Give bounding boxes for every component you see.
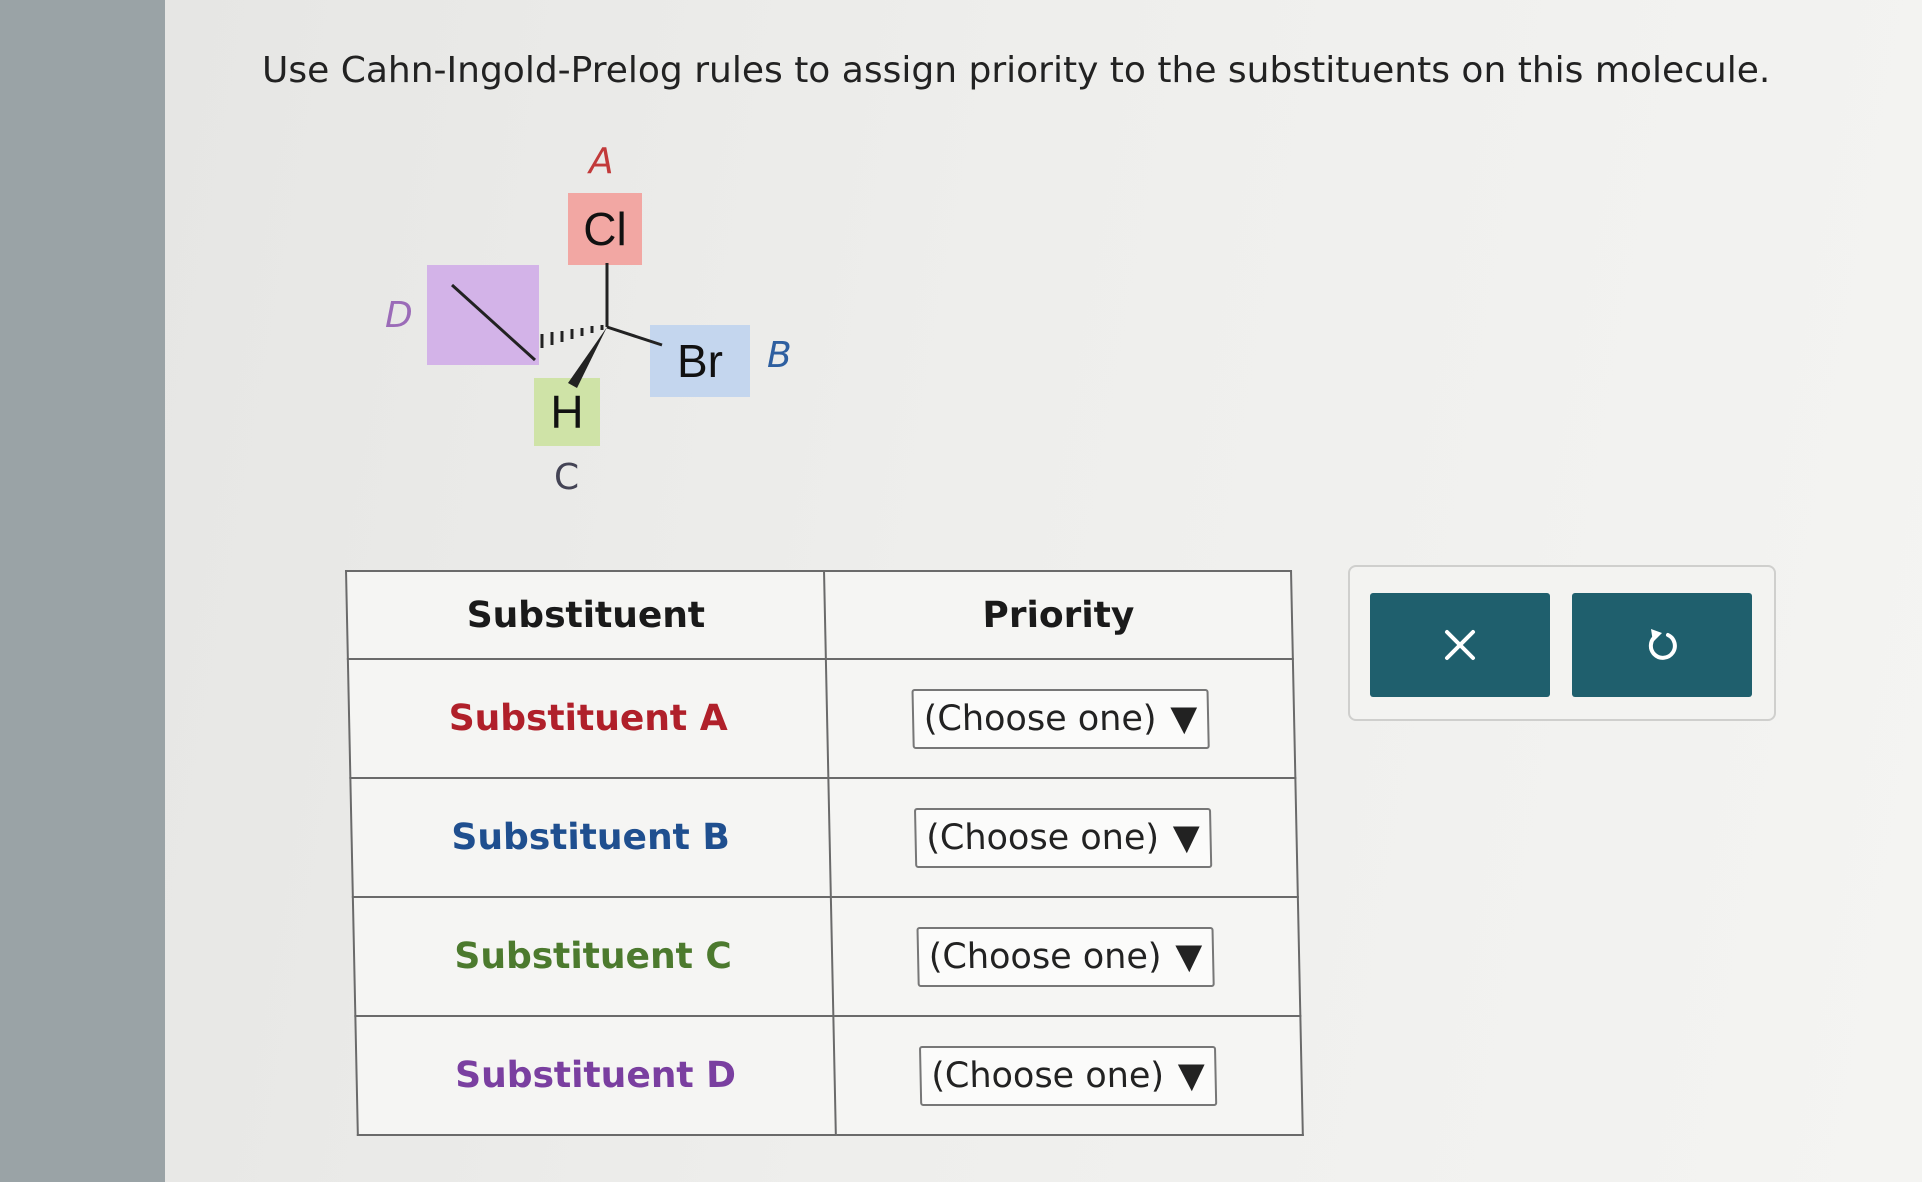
priority-table: Substituent Priority Substituent A (Choo… xyxy=(345,570,1304,1136)
table-row: Substituent C (Choose one) ▼ xyxy=(352,897,1301,1016)
priority-b-select[interactable]: (Choose one) ▼ xyxy=(913,807,1213,868)
clear-button[interactable] xyxy=(1370,593,1550,697)
dropdown-arrow-icon: ▼ xyxy=(1172,817,1201,858)
question-text: Use Cahn-Ingold-Prelog rules to assign p… xyxy=(262,50,1771,91)
substituent-d-label: Substituent D xyxy=(454,1055,737,1096)
undo-button[interactable] xyxy=(1572,593,1752,697)
label-c: C xyxy=(554,457,580,498)
priority-d-select[interactable]: (Choose one) ▼ xyxy=(918,1045,1218,1106)
atom-cl: Cl xyxy=(583,203,627,255)
atom-br: Br xyxy=(677,335,723,387)
undo-icon xyxy=(1648,629,1677,660)
table-header-row: Substituent Priority xyxy=(346,571,1293,659)
priority-c-cell: (Choose one) ▼ xyxy=(830,897,1301,1016)
substituent-b-cell: Substituent B xyxy=(350,778,831,897)
substituent-d-cell: Substituent D xyxy=(355,1016,836,1135)
priority-d-cell: (Choose one) ▼ xyxy=(833,1016,1303,1135)
action-button-panel xyxy=(1348,565,1776,721)
priority-d-value: (Choose one) xyxy=(930,1055,1165,1096)
substituent-c-label: Substituent C xyxy=(453,936,733,977)
atom-h: H xyxy=(550,386,584,438)
substituent-b-label: Substituent B xyxy=(450,817,731,858)
substituent-c-cell: Substituent C xyxy=(352,897,834,1016)
dropdown-arrow-icon: ▼ xyxy=(1175,936,1203,977)
substituent-a-label: Substituent A xyxy=(448,698,728,739)
molecule-bonds xyxy=(427,193,750,446)
label-b: B xyxy=(767,335,792,376)
priority-b-cell: (Choose one) ▼ xyxy=(828,778,1298,897)
priority-a-value: (Choose one) xyxy=(923,698,1157,739)
substituent-a-cell: Substituent A xyxy=(347,659,829,778)
label-d: D xyxy=(385,295,413,336)
priority-b-value: (Choose one) xyxy=(925,817,1160,858)
label-a: A xyxy=(589,141,614,182)
table-row: Substituent A (Choose one) ▼ xyxy=(347,659,1296,778)
priority-a-select[interactable]: (Choose one) ▼ xyxy=(911,688,1211,749)
close-icon xyxy=(1445,630,1475,660)
dropdown-arrow-icon: ▼ xyxy=(1177,1055,1206,1096)
molecule-diagram: A D B C Cl Br H xyxy=(370,135,830,505)
hashed-bond xyxy=(540,325,604,348)
dropdown-arrow-icon: ▼ xyxy=(1170,698,1198,739)
priority-c-select[interactable]: (Choose one) ▼ xyxy=(916,926,1216,987)
priority-a-cell: (Choose one) ▼ xyxy=(825,659,1296,778)
priority-c-value: (Choose one) xyxy=(928,936,1162,977)
table-row: Substituent D (Choose one) ▼ xyxy=(355,1016,1303,1135)
header-priority: Priority xyxy=(824,571,1293,659)
table-row: Substituent B (Choose one) ▼ xyxy=(350,778,1298,897)
header-substituent: Substituent xyxy=(346,571,826,659)
